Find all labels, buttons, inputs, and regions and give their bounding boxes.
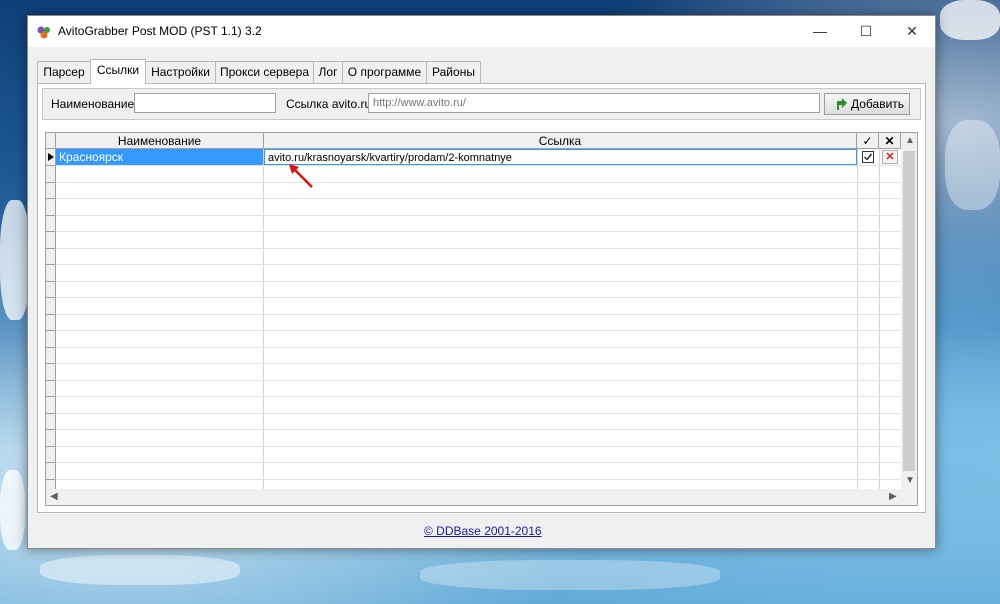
grid-row-line bbox=[56, 429, 901, 430]
row-header-line bbox=[46, 313, 56, 315]
row-header-line bbox=[46, 214, 56, 216]
title-bar[interactable]: AvitoGrabber Post MOD (PST 1.1) 3.2 — ☐ … bbox=[28, 16, 935, 47]
row-header-line bbox=[46, 462, 56, 463]
url-label: Ссылка avito.ru bbox=[286, 97, 372, 111]
app-window: AvitoGrabber Post MOD (PST 1.1) 3.2 — ☐ … bbox=[27, 15, 936, 549]
links-table: Наименование Ссылка ✓ ✕ Красноярск avito… bbox=[45, 132, 918, 506]
scroll-up-icon[interactable]: ▲ bbox=[905, 135, 915, 146]
tab-parser[interactable]: Парсер bbox=[37, 61, 91, 83]
grid-row-line bbox=[56, 330, 901, 331]
minimize-button[interactable]: — bbox=[797, 16, 843, 47]
row-header-line bbox=[46, 280, 56, 282]
row-header-line bbox=[46, 264, 56, 265]
grid-row-line bbox=[56, 363, 901, 364]
column-header-delete[interactable]: ✕ bbox=[879, 133, 901, 149]
row-header-line bbox=[46, 478, 56, 480]
row-header-line bbox=[46, 379, 56, 381]
row-header-corner bbox=[46, 133, 56, 149]
url-input[interactable] bbox=[368, 93, 820, 113]
row-pointer-icon bbox=[48, 153, 54, 161]
delete-icon[interactable]: ✕ bbox=[882, 150, 898, 164]
links-panel: Наименование Ссылка avito.ru Добавить На… bbox=[37, 83, 926, 513]
tab-links[interactable]: Ссылки bbox=[90, 59, 146, 84]
vertical-scroll-thumb[interactable] bbox=[903, 151, 915, 471]
row-header-line bbox=[46, 231, 56, 232]
name-input[interactable] bbox=[134, 93, 276, 113]
grid-row-line bbox=[56, 313, 901, 315]
tab-about[interactable]: О программе bbox=[342, 61, 427, 83]
checkbox-icon[interactable] bbox=[862, 151, 874, 163]
grid-row-line bbox=[56, 264, 901, 265]
row-header-line bbox=[46, 165, 56, 166]
add-arrow-icon bbox=[837, 98, 847, 110]
maximize-button[interactable]: ☐ bbox=[843, 16, 889, 47]
tab-settings[interactable]: Настройки bbox=[145, 61, 216, 83]
grid-row-line bbox=[56, 297, 901, 298]
copyright-link[interactable]: © DDBase 2001-2016 bbox=[424, 524, 542, 538]
name-label: Наименование bbox=[51, 97, 135, 111]
scroll-down-icon[interactable]: ▼ bbox=[905, 475, 915, 486]
add-link-toolbar: Наименование Ссылка avito.ru Добавить bbox=[42, 88, 921, 120]
row-header-line bbox=[46, 198, 56, 199]
app-icon bbox=[37, 26, 50, 39]
grid-row-line bbox=[56, 412, 901, 414]
table-row-link-cell[interactable]: avito.ru/krasnoyarsk/kvartiry/prodam/2-k… bbox=[264, 149, 857, 165]
row-header-line bbox=[46, 429, 56, 430]
grid-row-line bbox=[56, 379, 901, 381]
row-header-line bbox=[46, 346, 56, 348]
grid-divider bbox=[857, 149, 858, 489]
grid-row-line bbox=[56, 214, 901, 216]
column-header-enabled[interactable]: ✓ bbox=[857, 133, 879, 149]
row-header-line bbox=[46, 412, 56, 414]
grid-row-line bbox=[56, 231, 901, 232]
row-header-line bbox=[46, 363, 56, 364]
grid-row-line bbox=[56, 478, 901, 480]
grid-row-line bbox=[56, 346, 901, 348]
add-button-label: Добавить bbox=[851, 97, 905, 111]
column-header-link[interactable]: Ссылка bbox=[264, 133, 857, 149]
grid-row-line bbox=[56, 181, 901, 183]
row-header-line bbox=[46, 396, 56, 397]
tab-proxy[interactable]: Прокси сервера bbox=[215, 61, 314, 83]
grid-row-line bbox=[56, 247, 901, 249]
grid-row-line bbox=[56, 280, 901, 282]
window-title: AvitoGrabber Post MOD (PST 1.1) 3.2 bbox=[58, 24, 262, 38]
table-row-name-cell[interactable]: Красноярск bbox=[56, 149, 263, 165]
grid-divider bbox=[879, 149, 880, 489]
close-button[interactable]: ✕ bbox=[889, 16, 935, 47]
horizontal-scrollbar[interactable]: ◀ ▶ bbox=[46, 489, 917, 505]
row-header-line bbox=[46, 181, 56, 183]
row-header-line bbox=[46, 297, 56, 298]
row-header-column bbox=[46, 149, 56, 489]
row-header-line bbox=[46, 445, 56, 447]
row-header-line bbox=[46, 330, 56, 331]
grid-row-line bbox=[56, 445, 901, 447]
vertical-scrollbar[interactable]: ▲ ▼ bbox=[901, 133, 917, 489]
column-header-name[interactable]: Наименование bbox=[56, 133, 264, 149]
grid-row-line bbox=[56, 462, 901, 463]
grid-divider bbox=[263, 149, 264, 489]
grid-row-line bbox=[56, 396, 901, 397]
row-header-line bbox=[46, 247, 56, 249]
scroll-right-icon[interactable]: ▶ bbox=[889, 491, 897, 502]
grid-row-line bbox=[56, 198, 901, 199]
annotation-arrow bbox=[289, 164, 313, 188]
add-button[interactable]: Добавить bbox=[824, 93, 910, 115]
tab-log[interactable]: Лог bbox=[313, 61, 343, 83]
tab-districts[interactable]: Районы bbox=[426, 61, 481, 83]
scroll-left-icon[interactable]: ◀ bbox=[50, 491, 58, 502]
